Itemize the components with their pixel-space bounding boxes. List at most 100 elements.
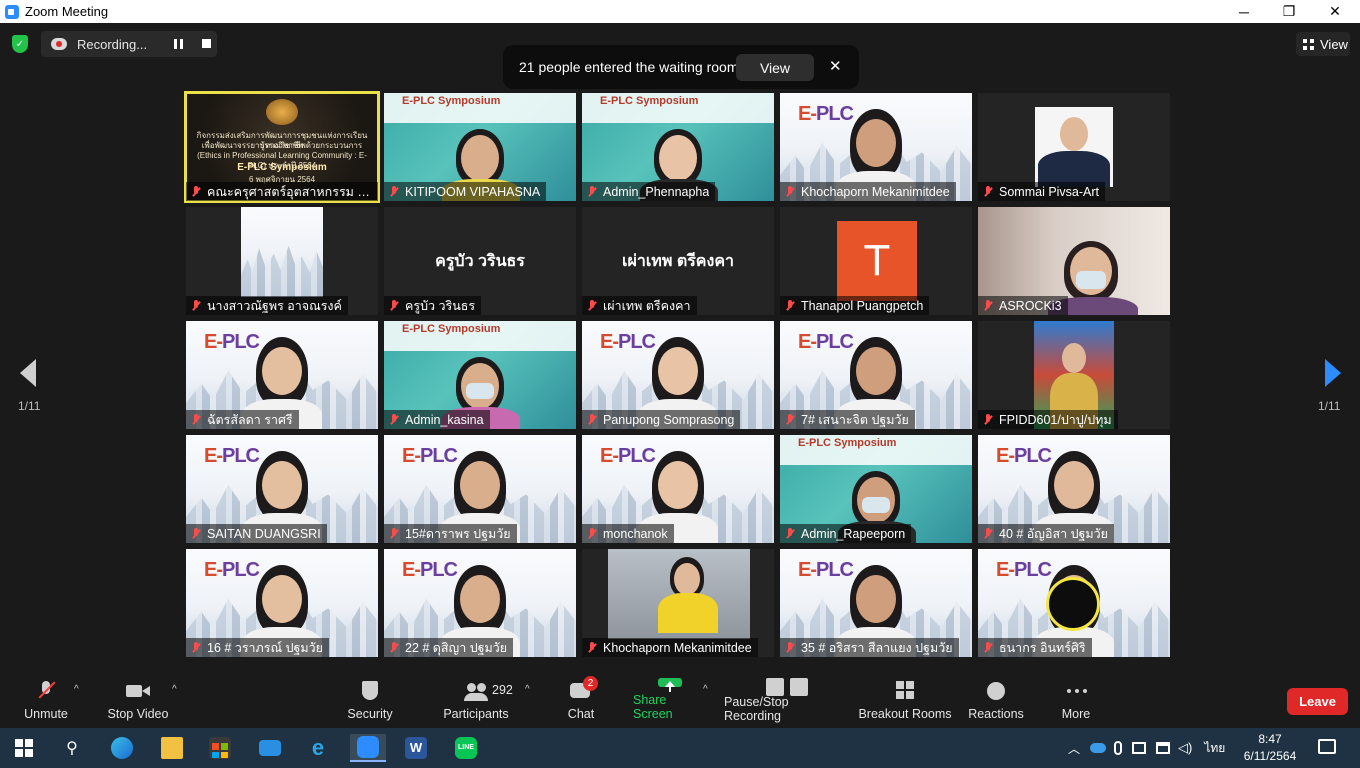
stop-recording-icon[interactable]	[202, 39, 211, 48]
participant-tile[interactable]: E-PLC Symposium Admin_Rapeeporn	[780, 435, 972, 543]
notifications-icon[interactable]	[1318, 739, 1336, 754]
video-options-caret-icon[interactable]: ^	[172, 684, 177, 695]
search-icon[interactable]: ⚲	[54, 734, 90, 762]
show-hidden-icons-chevron-icon[interactable]: ︿	[1068, 740, 1080, 757]
view-waiting-room-button[interactable]: View	[736, 54, 814, 81]
close-notification-icon[interactable]: ✕	[829, 57, 842, 75]
more-dots-icon	[1064, 681, 1088, 701]
participant-tile[interactable]: กิจกรรมส่งเสริมการพัฒนาการชุมชนแห่งการเร…	[184, 91, 380, 203]
breakout-rooms-button[interactable]: Breakout Rooms	[858, 678, 952, 728]
muted-mic-icon	[34, 681, 58, 701]
minimize-button[interactable]: ─	[1221, 0, 1267, 23]
security-button[interactable]: Security	[342, 678, 398, 728]
stop-video-button[interactable]: Stop Video	[104, 678, 172, 728]
reactions-button[interactable]: Reactions	[967, 678, 1025, 728]
participant-tile[interactable]: E-PLC ฉัตรสัลดา ราศรี	[186, 321, 378, 429]
participant-tile[interactable]: E-PLC Symposium Admin_Phennapha	[582, 93, 774, 201]
participant-tile[interactable]: ครูบัว วรินธร ครูบัว วรินธร	[384, 207, 576, 315]
participant-name-caption: ธนากร อินทร์ศิริ	[978, 638, 1092, 657]
edge-browser-icon[interactable]	[104, 734, 140, 762]
participant-tile[interactable]: E-PLC SAITAN DUANGSRI	[186, 435, 378, 543]
mail-icon[interactable]	[252, 734, 288, 762]
participant-name: ฉัตรสัลดา ราศรี	[207, 412, 293, 427]
share-screen-button[interactable]: Share Screen	[633, 678, 707, 728]
participant-name-caption: ครูบัว วรินธร	[384, 296, 482, 315]
chat-button[interactable]: 2 Chat	[563, 676, 599, 728]
muted-mic-icon	[190, 641, 202, 654]
maximize-button[interactable]: ❐	[1266, 0, 1312, 23]
pause-stop-recording-button[interactable]: Pause/Stop Recording	[724, 678, 848, 728]
participant-name-caption: 40 # อัญอิสา ปฐมวัย	[978, 524, 1115, 543]
unmute-button[interactable]: Unmute	[18, 678, 74, 728]
participant-name: 35 # อริสรา สีลาแยง ปฐมวัย	[801, 640, 953, 655]
input-language-indicator[interactable]: ไทย	[1204, 739, 1225, 758]
participant-tile[interactable]: E-PLC Symposium Admin_kasina	[384, 321, 576, 429]
close-window-button[interactable]: ✕	[1312, 0, 1358, 23]
word-icon[interactable]: W	[398, 734, 434, 762]
participant-tile[interactable]: T Thanapol Puangpetch	[780, 207, 972, 315]
muted-mic-icon	[586, 641, 598, 654]
participant-tile[interactable]: E-PLC 15#ดาราพร ปฐมวัย	[384, 435, 576, 543]
participant-tile[interactable]: E-PLC 22 # ดุสิญา ปฐมวัย	[384, 549, 576, 657]
participant-tile[interactable]: E-PLC Panupong Somprasong	[582, 321, 774, 429]
participant-tile[interactable]: เผ่าเทพ ตรีคงคา เผ่าเทพ ตรีคงคา	[582, 207, 774, 315]
store-icon[interactable]	[202, 734, 238, 762]
more-button[interactable]: More	[1058, 678, 1094, 728]
security-label: Security	[347, 707, 393, 721]
share-screen-arrow-icon	[658, 678, 682, 692]
windows-taskbar: ⚲ e W LINE ︿ ◁) ไทย 8:47 6/11/2564	[0, 728, 1360, 768]
breakout-rooms-icon	[893, 681, 917, 701]
audio-options-caret-icon[interactable]: ^	[74, 684, 79, 695]
previous-page-arrow-icon[interactable]	[20, 359, 36, 387]
participant-name-caption: Admin_kasina	[384, 410, 490, 429]
onedrive-cloud-icon[interactable]	[1090, 743, 1107, 753]
taskbar-clock[interactable]: 8:47 6/11/2564	[1238, 731, 1302, 765]
line-app-icon[interactable]: LINE	[448, 734, 484, 762]
muted-mic-icon	[982, 413, 994, 426]
next-page-arrow-icon[interactable]	[1325, 359, 1341, 387]
stop-video-label: Stop Video	[107, 707, 169, 721]
participant-name: Sommai Pivsa-Art	[999, 184, 1100, 199]
participants-options-caret-icon[interactable]: ^	[525, 684, 530, 695]
participant-tile[interactable]: E-PLC 16 # วราภรณ์ ปฐมวัย	[186, 549, 378, 657]
participant-initial-avatar: T	[837, 221, 917, 301]
participant-tile[interactable]: นางสาวณัฐพร อาจณรงค์	[186, 207, 378, 315]
microphone-tray-icon[interactable]	[1114, 741, 1123, 755]
participant-name-caption: 15#ดาราพร ปฐมวัย	[384, 524, 517, 543]
muted-mic-icon	[586, 413, 598, 426]
participant-tile[interactable]: Khochaporn Mekanimitdee	[582, 549, 774, 657]
battery-icon[interactable]	[1132, 742, 1147, 754]
zoom-taskbar-icon[interactable]	[350, 734, 386, 762]
participant-tile[interactable]: E-PLC 35 # อริสรา สีลาแยง ปฐมวัย	[780, 549, 972, 657]
participant-name: 16 # วราภรณ์ ปฐมวัย	[207, 640, 323, 655]
start-button[interactable]	[6, 734, 42, 762]
participant-name: ธนากร อินทร์ศิริ	[999, 640, 1086, 655]
share-options-caret-icon[interactable]: ^	[703, 684, 708, 695]
participant-tile[interactable]: E-PLC Symposium KITIPOOM VIPAHASNA	[384, 93, 576, 201]
participant-tile[interactable]: Sommai Pivsa-Art	[978, 93, 1170, 201]
participant-tile[interactable]: ASROCKi3	[978, 207, 1170, 315]
waiting-room-notification: 21 people entered the waiting room View …	[503, 45, 859, 89]
internet-explorer-icon[interactable]: e	[300, 734, 336, 762]
file-explorer-icon[interactable]	[154, 734, 190, 762]
participant-tile[interactable]: E-PLC 7# เสนาะจิต ปฐมวัย	[780, 321, 972, 429]
participant-display-name: เผ่าเทพ ตรีคงคา	[621, 253, 735, 270]
participants-count: 292	[492, 683, 513, 697]
participant-name-caption: Admin_Phennapha	[582, 182, 716, 201]
view-layout-button[interactable]: View	[1296, 32, 1350, 56]
participant-tile[interactable]: E-PLC 40 # อัญอิสา ปฐมวัย	[978, 435, 1170, 543]
leave-meeting-button[interactable]: Leave	[1287, 688, 1348, 715]
network-icon[interactable]	[1156, 742, 1171, 754]
encryption-shield-icon[interactable]: ✓	[12, 35, 28, 53]
participant-tile[interactable]: E-PLC monchanok	[582, 435, 774, 543]
grid-icon	[1303, 38, 1314, 50]
pause-recording-icon[interactable]	[174, 39, 183, 49]
muted-mic-icon	[784, 413, 796, 426]
participant-tile[interactable]: FPIDD601/ปาปู/ปทุม	[978, 321, 1170, 429]
volume-icon[interactable]: ◁)	[1178, 740, 1192, 756]
recording-control-label: Pause/Stop Recording	[724, 695, 789, 723]
participant-tile[interactable]: E-PLC Khochaporn Mekanimitdee	[780, 93, 972, 201]
participant-tile[interactable]: E-PLC ธนากร อินทร์ศิริ	[978, 549, 1170, 657]
participant-name-caption: FPIDD601/ปาปู/ปทุม	[978, 410, 1118, 429]
muted-mic-icon	[784, 641, 796, 654]
